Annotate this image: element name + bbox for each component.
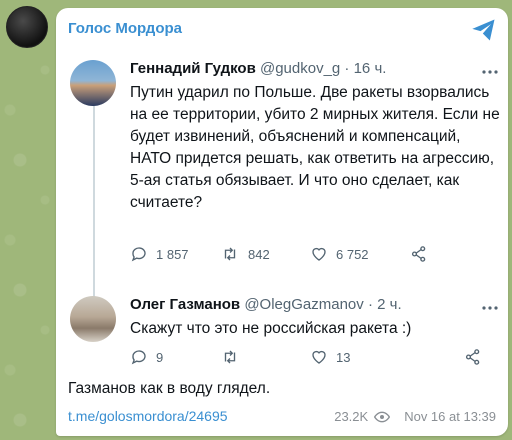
heart-icon [312,350,326,364]
avatar [70,296,116,342]
share-icon[interactable] [470,16,498,44]
tweet-text: Скажут что это не российская ракета :) [130,320,412,337]
message-meta: 23.2K Nov 16 at 13:39 [334,409,496,424]
share-tweet-icon [411,246,426,262]
reply-action: 1 857 [130,245,220,263]
tweet-text: Путин ударил по Польше. Две ракеты взорв… [130,84,500,211]
heart-icon [312,247,326,261]
message-caption: Газманов как в воду глядел. [68,380,271,397]
author-handle: @gudkov_g [259,60,341,77]
channel-name[interactable]: Голос Мордора [68,20,182,37]
retweet-count: 842 [248,246,270,262]
reply-action: 9 [130,348,220,366]
retweet-action [220,348,310,366]
view-count: 23.2K [334,409,369,424]
tweet-header: Геннадий Гудков @gudkov_g · 16 ч. [130,60,386,77]
retweet-icon [224,247,236,261]
share-tweet-icon [465,349,480,365]
author-name: Геннадий Гудков [130,60,256,77]
post-link[interactable]: t.me/golosmordora/24695 [68,408,228,424]
separator: · [367,296,373,313]
tweet-time: 16 ч. [353,60,387,77]
tweet-header: Олег Газманов @OlegGazmanov · 2 ч. [130,296,402,313]
reply-icon [131,350,146,365]
tweet-actions: 9 13 [130,347,430,367]
eye-icon [374,411,391,422]
channel-avatar[interactable] [6,6,48,48]
tweet-time: 2 ч. [377,296,402,313]
reply-count: 9 [156,349,164,365]
author-name: Олег Газманов [130,296,241,313]
author-handle: @OlegGazmanov [244,296,364,313]
retweet-icon [224,350,236,364]
message-date: Nov 16 at 13:39 [404,409,496,424]
more-icon [482,70,498,74]
separator: · [344,60,350,77]
like-count: 6 752 [336,246,369,262]
like-action: 6 752 [310,245,410,263]
more-icon [482,306,498,310]
reply-icon [131,247,146,262]
retweet-action: 842 [220,245,310,263]
reply-count: 1 857 [156,246,189,262]
like-action: 13 [310,348,410,366]
tweet-screenshot: Геннадий Гудков @gudkov_g · 16 ч. Путин … [56,48,508,374]
message-bubble: Голос Мордора Геннадий Гудков @gudkov_g … [56,8,508,436]
thread-line [93,98,95,320]
avatar [70,60,116,106]
like-count: 13 [336,349,351,365]
tweet-actions: 1 857 842 6 752 [130,244,430,264]
